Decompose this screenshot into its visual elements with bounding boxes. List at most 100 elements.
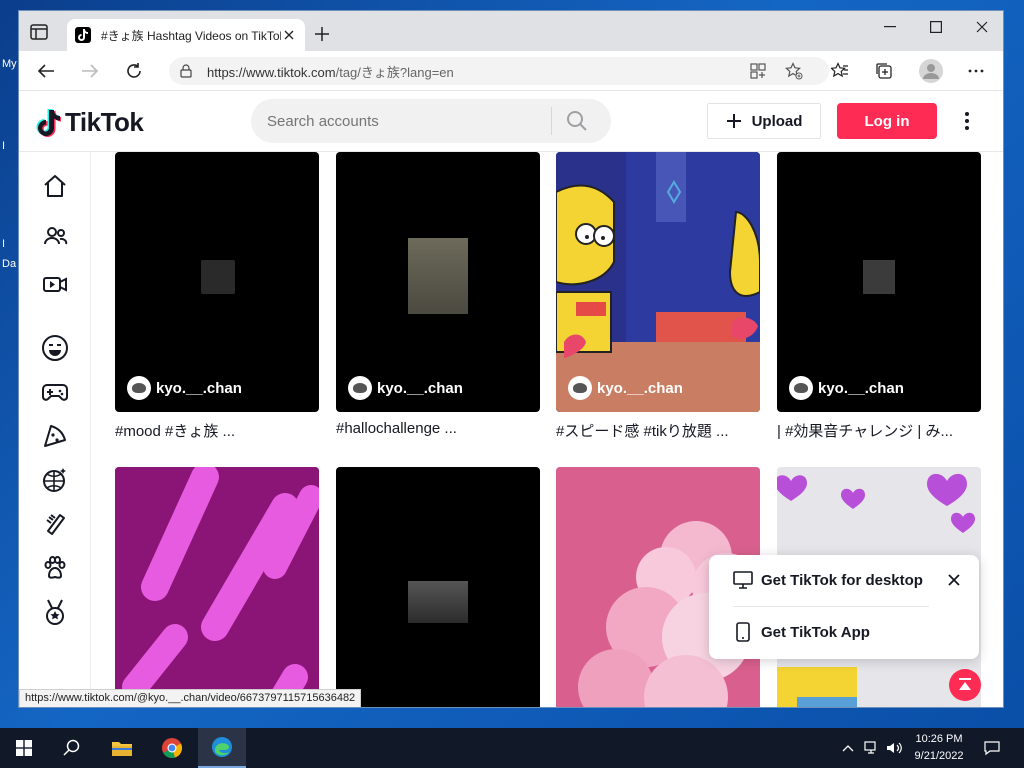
- live-icon[interactable]: [41, 270, 69, 298]
- logo-text: TikTok: [65, 107, 144, 137]
- link-status-bar: https://www.tiktok.com/@kyo.__.chan/vide…: [19, 689, 362, 707]
- comedy-icon[interactable]: [41, 334, 69, 362]
- video-thumbnail[interactable]: [115, 467, 319, 707]
- animals-icon[interactable]: [41, 554, 69, 582]
- video-thumbnail[interactable]: [336, 467, 540, 707]
- get-desktop-link[interactable]: Get TikTok for desktop: [733, 571, 923, 589]
- video-card[interactable]: [336, 467, 540, 707]
- login-button[interactable]: Log in: [837, 103, 937, 139]
- home-icon[interactable]: [41, 172, 69, 200]
- tiktok-logo[interactable]: TikTok: [35, 107, 144, 138]
- start-icon[interactable]: [0, 728, 48, 768]
- tab-actions-icon[interactable]: [29, 23, 51, 41]
- collections-icon[interactable]: [875, 62, 893, 80]
- upload-button[interactable]: Upload: [707, 103, 821, 139]
- search-icon[interactable]: [552, 110, 602, 132]
- author-avatar: [127, 376, 151, 400]
- gaming-icon[interactable]: [41, 378, 69, 406]
- url-field[interactable]: https://www.tiktok.com/tag/きょ族?lang=en: [169, 57, 829, 85]
- search-input[interactable]: [251, 112, 551, 130]
- refresh-icon[interactable]: [123, 61, 145, 81]
- notifications-icon[interactable]: [984, 740, 1000, 756]
- video-caption[interactable]: | #効果音チャレンジ | み...: [777, 420, 981, 440]
- video-thumbnail[interactable]: kyo.__.chan: [777, 152, 981, 412]
- url-text: https://www.tiktok.com/tag/きょ族?lang=en: [207, 64, 454, 80]
- tab-tiktok[interactable]: #きょ族 Hashtag Videos on TikTok: [67, 19, 305, 51]
- get-desktop-label: Get TikTok for desktop: [761, 571, 923, 589]
- video-card[interactable]: kyo.__.chan | #効果音チャレンジ | み...: [777, 152, 981, 440]
- back-icon[interactable]: [35, 61, 57, 81]
- close-window-icon[interactable]: [959, 11, 1003, 43]
- video-caption[interactable]: #スピード感 #tikり放題 ...: [556, 420, 760, 440]
- network-icon[interactable]: [864, 740, 880, 756]
- chrome-icon[interactable]: [148, 728, 196, 768]
- favorites-icon[interactable]: [830, 62, 849, 80]
- thumbnail-image: [863, 260, 895, 294]
- volume-icon[interactable]: [886, 740, 902, 756]
- video-author[interactable]: kyo.__.chan: [348, 376, 463, 400]
- get-app-link[interactable]: Get TikTok App: [733, 622, 870, 642]
- more-options-icon[interactable]: [957, 109, 977, 133]
- add-favorite-icon[interactable]: [785, 62, 803, 80]
- app-available-icon[interactable]: [749, 62, 767, 80]
- video-card[interactable]: kyo.__.chan #mood #きょ族 ...: [115, 152, 319, 440]
- video-author[interactable]: kyo.__.chan: [789, 376, 904, 400]
- popup-divider: [733, 606, 929, 607]
- thumbnail-image: [408, 238, 468, 314]
- new-tab-icon[interactable]: [313, 25, 331, 43]
- beauty-icon[interactable]: [41, 510, 69, 538]
- profile-avatar-icon[interactable]: [919, 59, 943, 83]
- tab-bar: #きょ族 Hashtag Videos on TikTok: [19, 11, 1003, 51]
- video-author[interactable]: kyo.__.chan: [568, 376, 683, 400]
- maximize-icon[interactable]: [913, 11, 959, 43]
- tiktok-favicon-icon: [75, 27, 91, 43]
- lock-icon[interactable]: [179, 64, 193, 78]
- dance-icon[interactable]: [41, 466, 69, 494]
- desktop-icon-label[interactable]: Da: [2, 258, 16, 270]
- get-app-popup: Get TikTok for desktop Get TikTok App: [709, 555, 979, 659]
- forward-icon[interactable]: [79, 61, 101, 81]
- video-caption[interactable]: #hallochallenge ...: [336, 420, 540, 440]
- system-clock[interactable]: 10:26 PM 9/21/2022: [904, 731, 974, 765]
- cartoon-thumbnail-image: [556, 152, 760, 412]
- video-caption[interactable]: #mood #きょ族 ...: [115, 420, 319, 440]
- show-hidden-icons-icon[interactable]: [840, 740, 856, 756]
- get-app-label: Get TikTok App: [761, 623, 870, 641]
- video-card[interactable]: [115, 467, 319, 707]
- clock-time: 10:26 PM: [915, 733, 963, 745]
- video-thumbnail[interactable]: kyo.__.chan: [336, 152, 540, 412]
- video-card[interactable]: kyo.__.chan #スピード感 #tikり放題 ...: [556, 152, 760, 440]
- address-bar: https://www.tiktok.com/tag/きょ族?lang=en: [19, 51, 1003, 91]
- search-bar: [251, 99, 611, 143]
- settings-more-icon[interactable]: [967, 62, 985, 80]
- phone-icon: [736, 622, 750, 642]
- magenta-thumbnail-image: [115, 467, 319, 707]
- plus-icon: [726, 114, 741, 128]
- video-author[interactable]: kyo.__.chan: [127, 376, 242, 400]
- close-popup-icon[interactable]: [945, 571, 963, 589]
- upload-label: Upload: [751, 112, 803, 130]
- video-card[interactable]: kyo.__.chan #hallochallenge ...: [336, 152, 540, 440]
- following-icon[interactable]: [41, 222, 69, 250]
- monitor-icon: [733, 571, 753, 589]
- file-explorer-icon[interactable]: [98, 728, 146, 768]
- desktop-icon-label[interactable]: I: [2, 140, 5, 152]
- minimize-icon[interactable]: [867, 11, 913, 43]
- scroll-to-top-icon[interactable]: [949, 669, 981, 701]
- author-avatar: [789, 376, 813, 400]
- video-thumbnail[interactable]: kyo.__.chan: [556, 152, 760, 412]
- tiktok-logo-icon: [36, 108, 61, 137]
- author-avatar: [348, 376, 372, 400]
- desktop-icon-label[interactable]: My: [2, 58, 17, 70]
- tiktok-page: TikTok Upload Log in: [19, 91, 1003, 707]
- site-header: TikTok Upload Log in: [19, 91, 1003, 152]
- video-thumbnail[interactable]: kyo.__.chan: [115, 152, 319, 412]
- search-taskbar-icon[interactable]: [48, 728, 96, 768]
- edge-icon[interactable]: [198, 728, 246, 768]
- desktop-icon-label[interactable]: I: [2, 238, 5, 250]
- food-icon[interactable]: [41, 422, 69, 450]
- taskbar: 10:26 PM 9/21/2022: [0, 728, 1024, 768]
- thumbnail-image: [201, 260, 235, 294]
- close-tab-icon[interactable]: [281, 27, 297, 43]
- sports-icon[interactable]: [41, 598, 69, 626]
